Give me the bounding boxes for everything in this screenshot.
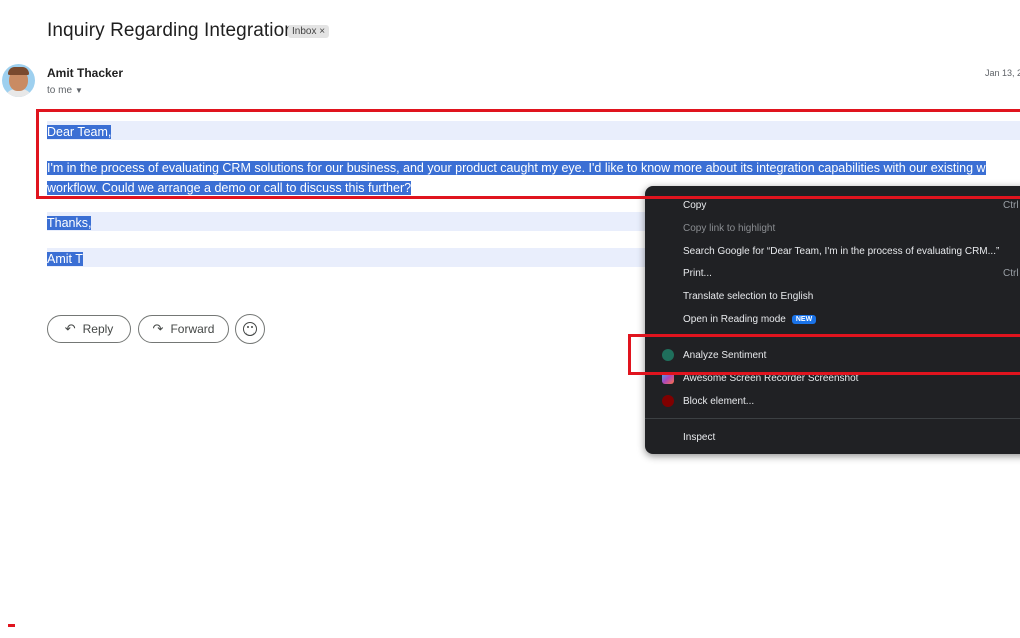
context-menu: Copy Ctrl Copy link to highlight Search …	[645, 186, 1020, 454]
copy-shortcut: Ctrl	[1003, 200, 1019, 211]
email-date: Jan 13, 2	[985, 68, 1020, 78]
closing-text: Thanks,	[47, 216, 92, 230]
selection-strip	[47, 248, 647, 267]
sender-avatar[interactable]	[2, 64, 35, 97]
new-badge: NEW	[791, 315, 817, 324]
ublock-icon	[662, 395, 674, 407]
forward-button[interactable]: ↷ Forward	[138, 315, 229, 343]
menu-item-translate[interactable]: Translate selection to English	[683, 291, 813, 302]
email-closing: Thanks,	[47, 214, 92, 232]
recipient-line[interactable]: to me ▼	[47, 85, 83, 96]
chevron-down-icon[interactable]: ▼	[75, 86, 83, 95]
selection-strip	[47, 212, 647, 231]
reply-arrow-icon: ↶	[64, 321, 76, 336]
menu-item-copy[interactable]: Copy	[683, 200, 706, 211]
print-shortcut: Ctrl	[1003, 268, 1019, 279]
inbox-label-chip[interactable]: Inbox ×	[288, 25, 330, 38]
email-subject: Inquiry Regarding Integration	[47, 20, 295, 41]
highlight-box-email-body	[36, 109, 1020, 199]
highlight-box-analyze-sentiment	[628, 334, 1020, 375]
recipient-label: to me	[47, 85, 73, 96]
sender-name[interactable]: Amit Thacker	[47, 66, 123, 80]
menu-item-inspect[interactable]: Inspect	[683, 432, 715, 443]
reading-mode-label: Open in Reading mode	[683, 314, 786, 325]
menu-separator	[645, 418, 1020, 419]
reply-label: Reply	[82, 322, 114, 336]
emoji-reaction-button[interactable]	[235, 314, 265, 344]
menu-item-block-element[interactable]: Block element...	[683, 396, 754, 407]
menu-item-reading-mode[interactable]: Open in Reading mode NEW	[683, 314, 817, 325]
menu-item-search-google[interactable]: Search Google for “Dear Team, I'm in the…	[683, 246, 999, 257]
forward-label: Forward	[170, 322, 215, 336]
forward-arrow-icon: ↷	[152, 321, 164, 336]
signature-text: Amit T	[47, 252, 83, 266]
annotation-mark	[8, 624, 15, 627]
email-signature: Amit T	[47, 250, 83, 268]
menu-item-copy-link-to-highlight: Copy link to highlight	[683, 223, 776, 234]
menu-item-print[interactable]: Print...	[683, 268, 712, 279]
reply-button[interactable]: ↶ Reply	[47, 315, 131, 343]
